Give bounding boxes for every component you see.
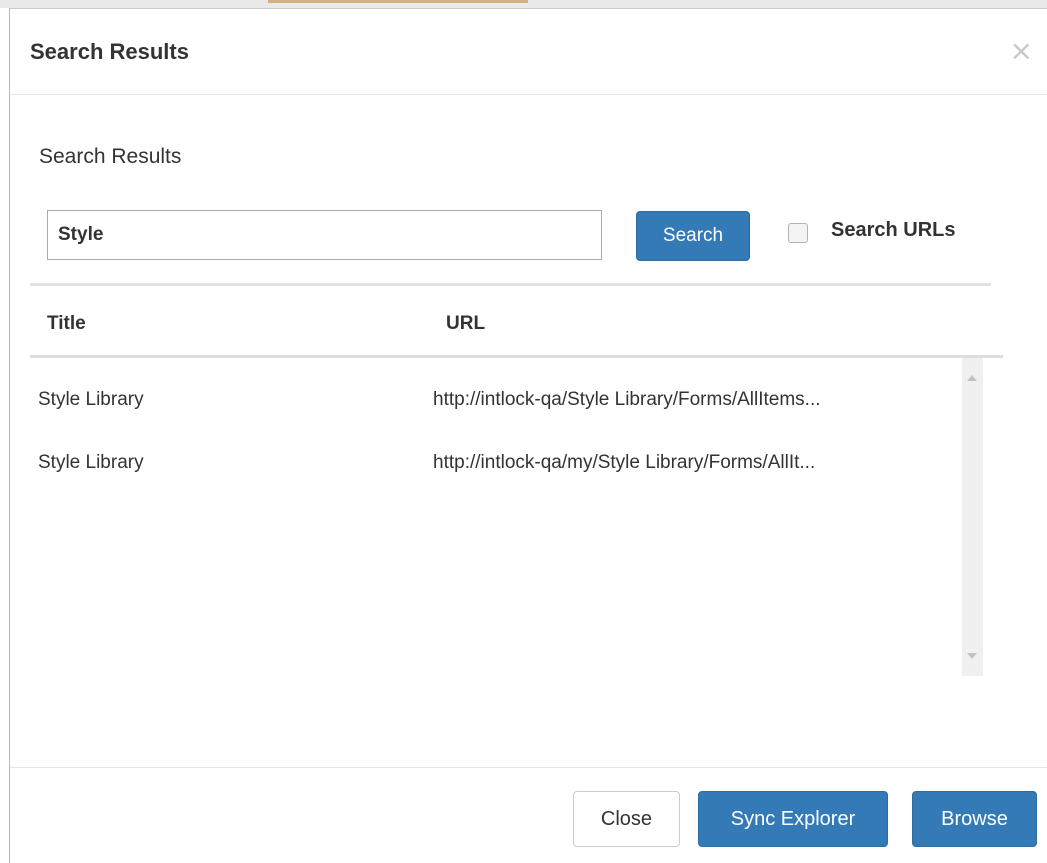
dialog-header: Search Results × <box>10 9 1047 95</box>
column-header-title: Title <box>47 313 86 334</box>
search-results-dialog: Search Results × Search Results Search S… <box>9 8 1047 863</box>
table-row[interactable]: Style Library http://intlock-qa/my/Style… <box>30 443 980 483</box>
search-urls-label: Search URLs <box>831 219 956 241</box>
footer-divider <box>10 767 1047 768</box>
background-accent <box>268 0 528 3</box>
results-list: Style Library http://intlock-qa/Style Li… <box>30 358 1003 676</box>
sync-explorer-button[interactable]: Sync Explorer <box>698 791 888 847</box>
table-row[interactable]: Style Library http://intlock-qa/Style Li… <box>30 380 980 420</box>
row-url: http://intlock-qa/my/Style Library/Forms… <box>433 452 816 473</box>
search-input[interactable] <box>47 210 602 260</box>
background-page-strip <box>0 0 1047 8</box>
close-icon[interactable]: × <box>1010 37 1033 65</box>
browse-button[interactable]: Browse <box>912 791 1037 847</box>
column-header-url: URL <box>446 313 486 334</box>
dialog-title: Search Results <box>30 39 189 64</box>
row-url: http://intlock-qa/Style Library/Forms/Al… <box>433 389 821 410</box>
table-top-divider <box>30 283 991 286</box>
close-button[interactable]: Close <box>573 791 680 847</box>
results-scrollbar[interactable] <box>962 358 983 676</box>
row-title: Style Library <box>38 389 144 410</box>
search-button[interactable]: Search <box>636 211 750 261</box>
search-urls-checkbox[interactable] <box>788 223 808 243</box>
row-title: Style Library <box>38 452 144 473</box>
scroll-down-arrow-icon[interactable] <box>967 653 977 659</box>
section-title: Search Results <box>39 145 182 168</box>
scroll-up-arrow-icon[interactable] <box>967 375 977 381</box>
